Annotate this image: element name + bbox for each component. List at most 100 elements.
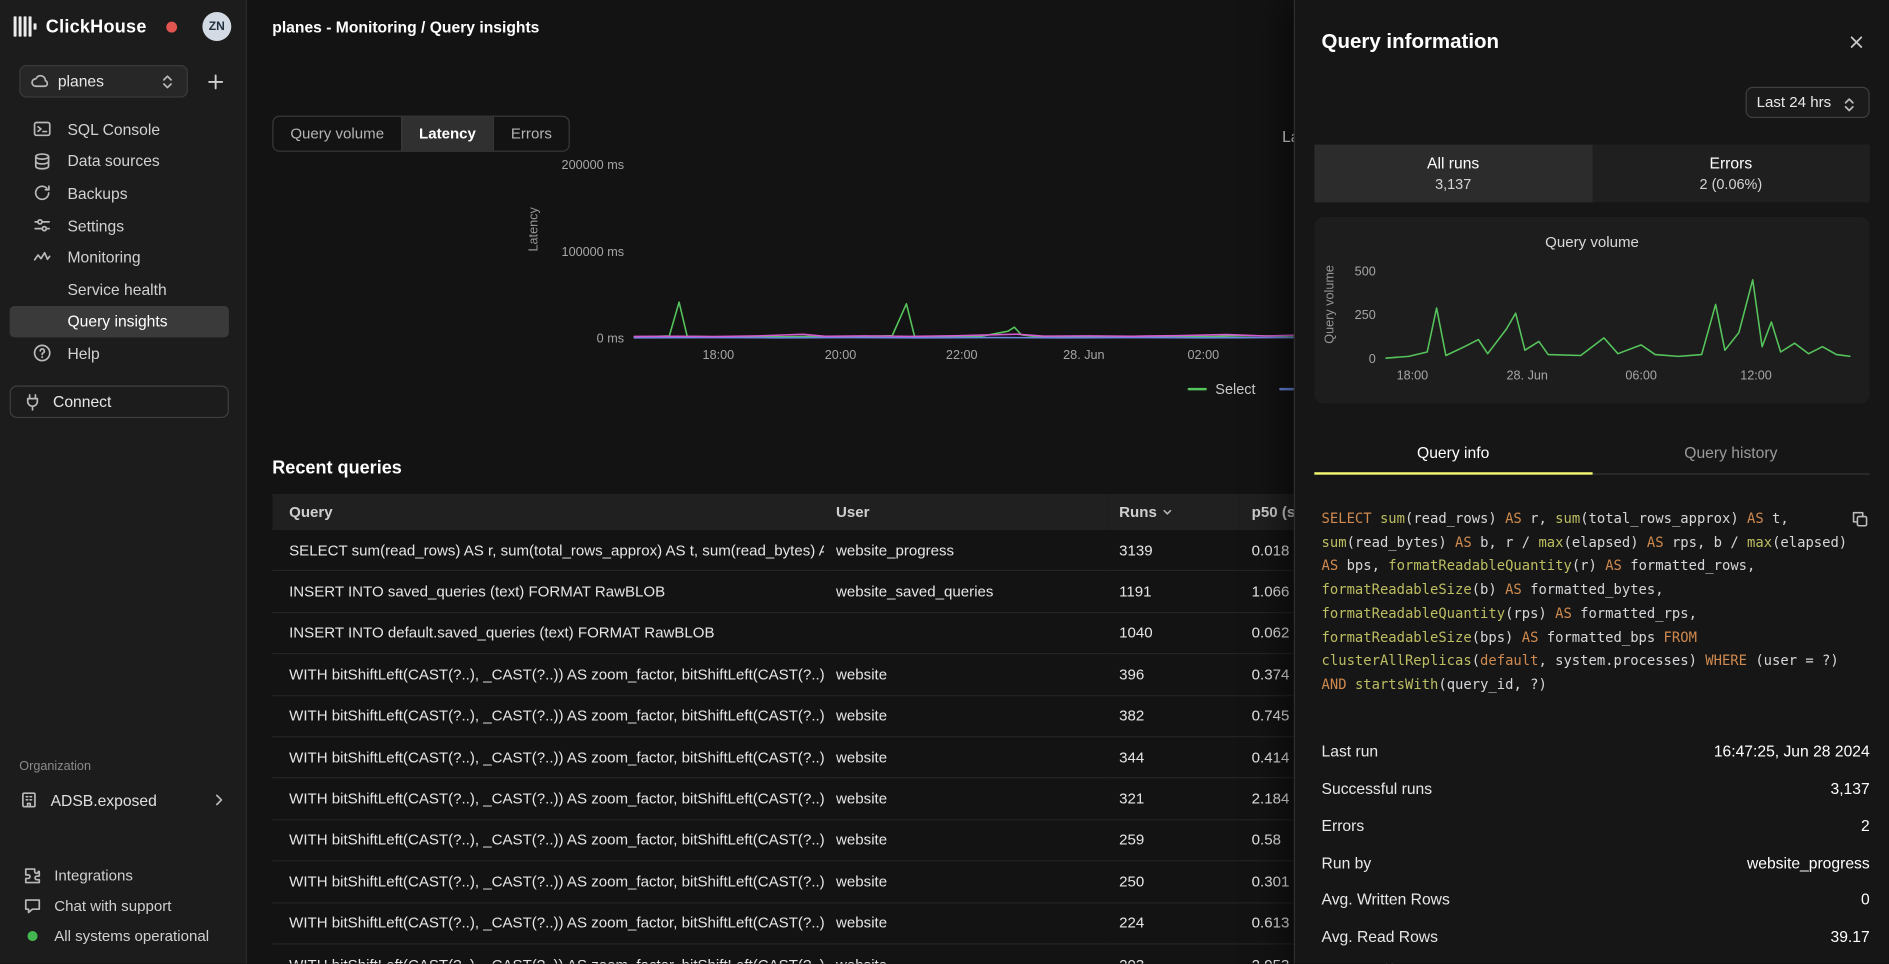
sidebar-item-settings[interactable]: Settings — [10, 209, 229, 241]
sidebar-item-label: Query insights — [67, 312, 167, 330]
organization-label: Organization — [19, 759, 245, 773]
notification-dot[interactable] — [166, 21, 177, 32]
organization-section: Organization ADSB.exposed — [0, 759, 246, 817]
svg-text:28. Jun: 28. Jun — [1063, 348, 1104, 362]
svg-text:06:00: 06:00 — [1625, 368, 1657, 382]
time-range-select[interactable]: Last 24 hrs — [1746, 87, 1870, 118]
cell-user: website — [824, 861, 1107, 902]
data-sources-icon — [33, 152, 52, 171]
svg-text:20:00: 20:00 — [825, 348, 857, 362]
footer-item-chat-with-support[interactable]: Chat with support — [10, 890, 236, 920]
sidebar-item-query-insights[interactable]: Query insights — [10, 305, 229, 337]
series-queries — [1385, 280, 1850, 358]
cell-user: website_progress — [824, 530, 1107, 571]
cell-query: WITH bitShiftLeft(CAST(?..), _CAST(?..))… — [272, 902, 824, 943]
detail-row-avg-written-rows: Avg. Written Rows0 — [1322, 881, 1870, 918]
sidebar-item-label: Data sources — [67, 152, 159, 170]
connect-button[interactable]: Connect — [10, 386, 229, 419]
sidebar-item-service-health[interactable]: Service health — [10, 273, 229, 305]
svg-text:250: 250 — [1355, 308, 1376, 322]
footer-item-label: Chat with support — [54, 897, 171, 914]
stat-value: 2 (0.06%) — [1700, 176, 1763, 193]
tab-query-volume[interactable]: Query volume — [273, 117, 400, 151]
column-header-runs[interactable]: Runs — [1107, 494, 1240, 530]
footer-item-label: All systems operational — [54, 927, 209, 944]
sidebar-item-help[interactable]: Help — [10, 338, 229, 370]
copy-icon[interactable] — [1848, 507, 1872, 531]
footer-item-integrations[interactable]: Integrations — [10, 860, 236, 890]
clickhouse-console: ClickHouse ZN planes SQL ConsoleData sou… — [0, 0, 1889, 964]
connect-label: Connect — [53, 393, 111, 411]
stat-tab-all-runs[interactable]: All runs3,137 — [1314, 145, 1592, 203]
sidebar-item-label: Help — [67, 344, 99, 362]
cell-user: website — [824, 778, 1107, 819]
cell-user: website — [824, 737, 1107, 778]
cell-runs: 259 — [1107, 819, 1240, 860]
cell-user: website — [824, 944, 1107, 964]
monitoring-icon — [33, 248, 52, 267]
chevron-right-icon — [210, 790, 229, 809]
cell-runs: 3139 — [1107, 530, 1240, 571]
cell-query: INSERT INTO saved_queries (text) FORMAT … — [272, 571, 824, 612]
stat-tab-errors[interactable]: Errors2 (0.06%) — [1592, 145, 1870, 203]
sidebar-item-label: Monitoring — [67, 248, 140, 266]
avatar[interactable]: ZN — [202, 12, 231, 41]
runs-errors-tabs: All runs3,137Errors2 (0.06%) — [1314, 145, 1869, 203]
chevron-up-down-icon — [1840, 95, 1859, 111]
cell-runs: 1191 — [1107, 571, 1240, 612]
svg-text:0: 0 — [1369, 352, 1376, 366]
svg-text:18:00: 18:00 — [1397, 368, 1429, 382]
sidebar: ClickHouse ZN planes SQL ConsoleData sou… — [0, 0, 247, 964]
tab-query-info[interactable]: Query info — [1314, 435, 1592, 475]
query-details-list: Last run16:47:25, Jun 28 2024Successful … — [1322, 733, 1870, 964]
detail-row-avg-memory-usage: Avg. Memory Usage9.35 MiB — [1322, 955, 1870, 964]
cell-query: WITH bitShiftLeft(CAST(?..), _CAST(?..))… — [272, 861, 824, 902]
cell-user: website — [824, 695, 1107, 736]
sidebar-item-sql-console[interactable]: SQL Console — [10, 113, 229, 145]
sidebar-item-monitoring[interactable]: Monitoring — [10, 241, 229, 273]
tab-latency[interactable]: Latency — [401, 117, 493, 151]
svg-text:500: 500 — [1355, 264, 1376, 278]
chevron-up-down-icon — [158, 72, 177, 91]
query-info-tabs: Query infoQuery history — [1314, 435, 1869, 475]
cell-runs: 250 — [1107, 861, 1240, 902]
sidebar-nav: SQL Console Data sources BackupsSettings Mo… — [0, 113, 246, 369]
sort-chevron-down-icon — [1160, 505, 1174, 519]
organization-item[interactable]: ADSB.exposed — [0, 783, 246, 817]
sidebar-item-backups[interactable]: Backups — [10, 177, 229, 209]
cell-runs: 224 — [1107, 902, 1240, 943]
svg-text:100000 ms: 100000 ms — [562, 245, 624, 259]
svg-text:28. Jun: 28. Jun — [1507, 368, 1548, 382]
clickhouse-logo-icon[interactable] — [12, 13, 39, 40]
footer-item-all-systems-operational[interactable]: All systems operational — [10, 920, 236, 950]
detail-row-last-run: Last run16:47:25, Jun 28 2024 — [1322, 733, 1870, 770]
chat-icon — [23, 896, 42, 915]
column-header-query[interactable]: Query — [272, 494, 824, 530]
tab-query-history[interactable]: Query history — [1592, 435, 1870, 475]
svg-text:02:00: 02:00 — [1188, 348, 1220, 362]
close-button[interactable] — [1843, 29, 1870, 56]
sidebar-item-data-sources[interactable]: Data sources — [10, 145, 229, 177]
panel-title: Query information — [1322, 30, 1844, 54]
building-icon — [19, 790, 38, 809]
cell-query: WITH bitShiftLeft(CAST(?..), _CAST(?..))… — [272, 778, 824, 819]
terminal-icon — [33, 120, 52, 139]
cell-user: website — [824, 654, 1107, 695]
service-selector[interactable]: planes — [19, 65, 188, 98]
cell-runs: 344 — [1107, 737, 1240, 778]
organization-name: ADSB.exposed — [51, 791, 198, 809]
service-name: planes — [58, 72, 150, 90]
cell-user: website — [824, 819, 1107, 860]
add-service-button[interactable] — [202, 68, 229, 95]
cell-query: INSERT INTO default.saved_queries (text)… — [272, 612, 824, 653]
sql-query-text: SELECT sum(read_rows) AS r, sum(total_ro… — [1322, 507, 1854, 697]
legend-item-select[interactable]: Select — [1188, 381, 1256, 398]
cell-user — [824, 612, 1107, 653]
legend-swatch — [1188, 388, 1207, 391]
status-dot-icon — [23, 926, 42, 945]
cell-runs: 203 — [1107, 944, 1240, 964]
cell-runs: 1040 — [1107, 612, 1240, 653]
plug-icon — [23, 392, 42, 411]
column-header-user[interactable]: User — [824, 494, 1107, 530]
footer-item-label: Integrations — [54, 867, 133, 884]
